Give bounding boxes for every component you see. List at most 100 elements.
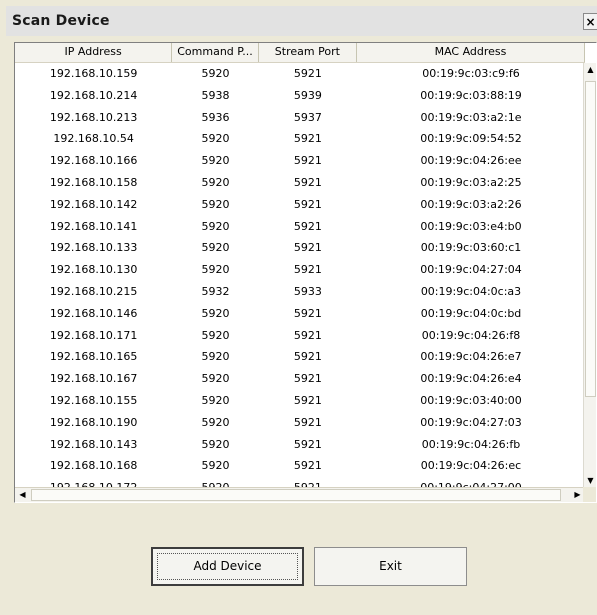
table-row[interactable]: 192.168.10.155 5920 5921 00:19:9c:03:40:00 [15,390,585,412]
table-row[interactable]: 192.168.10.215 5932 5933 00:19:9c:04:0c:a3 [15,281,585,303]
cell-stream-port: 5921 [293,67,322,80]
cell-mac-address: 00:19:9c:03:e4:b0 [420,219,522,233]
column-header-ip-address[interactable]: IP Address [15,43,173,62]
table-row[interactable]: 192.168.10.133 5920 5921 00:19:9c:03:60:c1 [15,237,585,259]
cell-mac-address: 00:19:9c:04:27:04 [420,263,522,277]
table-row[interactable]: 192.168.10.54 5920 5921 00:19:9c:09:54:52 [15,128,585,150]
cell-command-port: 5920 [201,350,230,364]
cell-ip-address: 192.168.10.146 [49,306,138,320]
table-row[interactable]: 192.168.10.190 5920 5921 00:19:9c:04:27:03 [15,412,585,434]
column-header-mac-address[interactable]: MAC Address [357,43,585,62]
dialog-title: Scan Device [12,13,110,29]
cell-mac-address: 00:19:9c:04:0c:bd [420,306,522,320]
table-row[interactable]: 192.168.10.143 5920 5921 00:19:9c:04:26:fb [15,434,585,456]
horizontal-scroll-thumb[interactable] [31,489,561,501]
table-row[interactable]: 192.168.10.159 5920 5921 00:19:9c:03:c9:f6 [15,63,585,85]
cell-stream-port: 5921 [293,175,322,189]
cell-ip-address: 192.168.10.143 [49,437,138,451]
cell-stream-port: 5921 [293,263,322,277]
cell-ip-address: 192.168.10.130 [49,263,138,277]
table-row[interactable]: 192.168.10.130 5920 5921 00:19:9c:04:27:04 [15,259,585,281]
title-bar: Scan Device × [6,6,597,36]
cell-mac-address: 00:19:9c:09:54:52 [420,132,522,146]
exit-label: Exit [379,559,402,573]
cell-mac-address: 00:19:9c:03:60:c1 [420,241,522,255]
cell-mac-address: 00:19:9c:03:a2:25 [420,175,522,189]
cell-mac-address: 00:19:9c:03:c9:f6 [422,67,520,80]
table-row[interactable]: 192.168.10.171 5920 5921 00:19:9c:04:26:f8 [15,325,585,347]
cell-mac-address: 00:19:9c:04:27:03 [420,415,522,429]
cell-ip-address: 192.168.10.142 [49,197,138,211]
cell-stream-port: 5937 [293,110,322,124]
table-row[interactable]: 192.168.10.213 5936 5937 00:19:9c:03:a2:1e [15,107,585,129]
table-row[interactable]: 192.168.10.158 5920 5921 00:19:9c:03:a2:25 [15,172,585,194]
table-row[interactable]: 192.168.10.167 5920 5921 00:19:9c:04:26:e4 [15,368,585,390]
scan-device-dialog: Scan Device × IP Address Command P... St… [0,0,597,615]
cell-mac-address: 00:19:9c:03:a2:1e [420,110,522,124]
cell-command-port: 5920 [201,306,230,320]
cell-ip-address: 192.168.10.171 [49,328,138,342]
cell-stream-port: 5921 [293,459,322,473]
cell-mac-address: 00:19:9c:03:40:00 [420,393,522,407]
cell-stream-port: 5921 [293,350,322,364]
cell-stream-port: 5921 [293,241,322,255]
device-list[interactable]: IP Address Command P... Stream Port MAC … [14,42,597,503]
table-row[interactable]: 192.168.10.165 5920 5921 00:19:9c:04:26:e7 [15,346,585,368]
cell-command-port: 5932 [201,284,230,298]
cell-ip-address: 192.168.10.158 [49,175,138,189]
table-row[interactable]: 192.168.10.214 5938 5939 00:19:9c:03:88:19 [15,85,585,107]
cell-ip-address: 192.168.10.141 [49,219,138,233]
vertical-scroll-thumb[interactable] [585,81,596,397]
cell-command-port: 5920 [201,241,230,255]
horizontal-scrollbar[interactable]: ◀ ▶ [15,487,585,502]
exit-button[interactable]: Exit [314,547,467,586]
cell-ip-address: 192.168.10.166 [49,154,138,168]
cell-mac-address: 00:19:9c:04:26:e4 [420,372,522,386]
scroll-down-arrow-icon[interactable]: ▼ [584,474,596,488]
column-header-stream-port[interactable]: Stream Port [259,43,357,62]
cell-command-port: 5920 [201,393,230,407]
cell-ip-address: 192.168.10.190 [49,415,138,429]
cell-stream-port: 5921 [293,372,322,386]
cell-ip-address: 192.168.10.54 [53,132,134,146]
cell-stream-port: 5921 [293,306,322,320]
cell-command-port: 5920 [201,154,230,168]
cell-stream-port: 5939 [293,88,322,102]
table-body: 192.168.10.159 5920 5921 00:19:9c:03:c9:f6 1… [15,63,585,499]
cell-command-port: 5920 [201,328,230,342]
cell-command-port: 5920 [201,372,230,386]
cell-mac-address: 00:19:9c:04:26:ee [420,154,522,168]
cell-mac-address: 00:19:9c:04:0c:a3 [420,284,522,298]
cell-command-port: 5920 [201,459,230,473]
cell-command-port: 5920 [201,175,230,189]
table-row[interactable]: 192.168.10.142 5920 5921 00:19:9c:03:a2:26 [15,194,585,216]
cell-command-port: 5920 [201,263,230,277]
cell-ip-address: 192.168.10.159 [49,67,138,80]
cell-command-port: 5920 [201,197,230,211]
cell-stream-port: 5921 [293,328,322,342]
cell-command-port: 5920 [201,437,230,451]
table-row[interactable]: 192.168.10.141 5920 5921 00:19:9c:03:e4:b0 [15,216,585,238]
cell-mac-address: 00:19:9c:04:26:fb [421,437,521,451]
cell-stream-port: 5921 [293,154,322,168]
table-row[interactable]: 192.168.10.166 5920 5921 00:19:9c:04:26:ee [15,150,585,172]
table-row[interactable]: 192.168.10.146 5920 5921 00:19:9c:04:0c:bd [15,303,585,325]
scroll-left-arrow-icon[interactable]: ◀ [15,488,30,502]
column-header-command-port[interactable]: Command P... [172,43,259,62]
cell-mac-address: 00:19:9c:04:26:ec [420,459,522,473]
close-button[interactable]: × [583,13,597,30]
cell-stream-port: 5921 [293,219,322,233]
cell-command-port: 5920 [201,219,230,233]
cell-command-port: 5938 [201,88,230,102]
cell-mac-address: 00:19:9c:03:a2:26 [420,197,522,211]
vertical-scrollbar[interactable]: ▲ ▼ [583,63,596,488]
cell-mac-address: 00:19:9c:03:88:19 [420,88,522,102]
add-device-button[interactable]: Add Device [151,547,304,586]
cell-stream-port: 5921 [293,415,322,429]
cell-mac-address: 00:19:9c:04:26:e7 [420,350,522,364]
table-row[interactable]: 192.168.10.168 5920 5921 00:19:9c:04:26:ec [15,455,585,477]
cell-command-port: 5920 [201,67,230,80]
scroll-up-arrow-icon[interactable]: ▲ [584,63,596,77]
cell-ip-address: 192.168.10.213 [49,110,138,124]
cell-ip-address: 192.168.10.155 [49,393,138,407]
